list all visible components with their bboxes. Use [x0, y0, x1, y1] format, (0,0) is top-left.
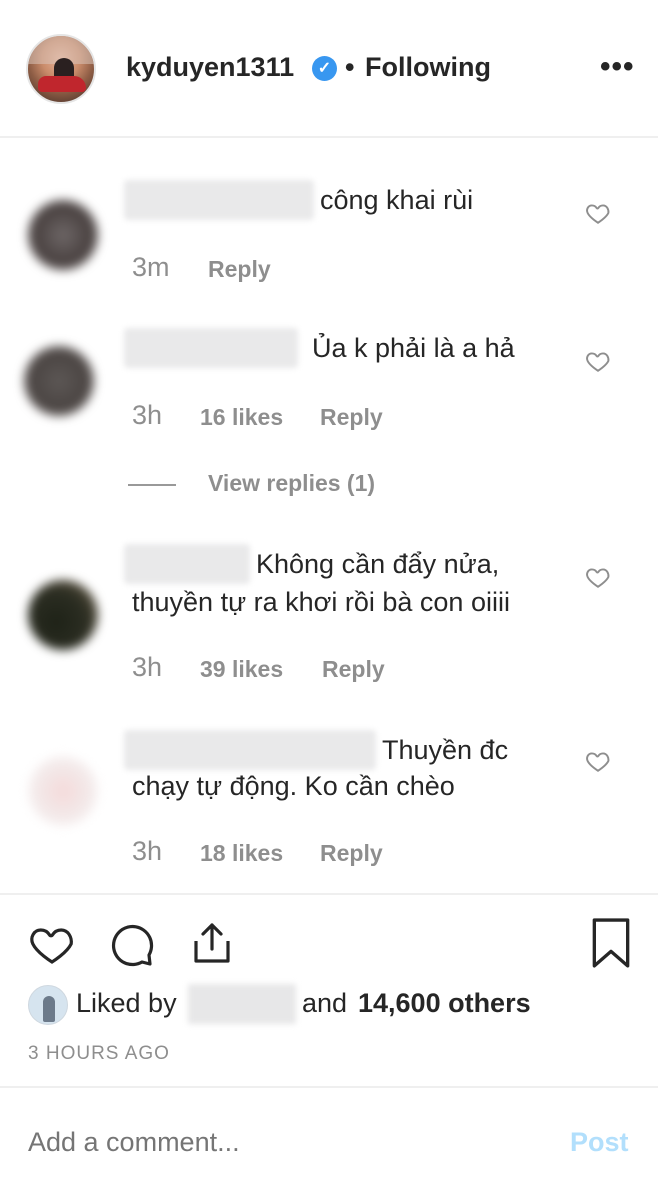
comment-username[interactable]	[124, 544, 250, 584]
reply-button[interactable]: Reply	[208, 256, 271, 283]
comment-text-continued: chạy tự động. Ko cần chèo	[132, 771, 455, 801]
heart-icon[interactable]	[585, 564, 611, 590]
comment-text: Không cần đẩy nửa,	[256, 549, 500, 579]
comment-username[interactable]	[124, 328, 298, 368]
section-divider	[0, 1086, 658, 1088]
comment-avatar[interactable]	[28, 756, 98, 826]
heart-icon[interactable]	[585, 200, 611, 226]
separator-dot: •	[345, 52, 355, 82]
comment-avatar[interactable]	[28, 580, 98, 650]
heart-icon[interactable]	[585, 748, 611, 774]
view-replies-line	[128, 484, 176, 486]
comment-time: 3h	[132, 652, 163, 682]
liker-avatar[interactable]	[28, 985, 68, 1025]
comment-time: 3m	[132, 252, 170, 282]
post-header: kyduyen1311 ✓ • Following •••	[0, 0, 658, 138]
comment-text: công khai rùi	[320, 185, 474, 215]
bookmark-icon[interactable]	[590, 918, 632, 968]
comment-avatar[interactable]	[24, 346, 94, 416]
comment-likes[interactable]: 18 likes	[200, 840, 283, 867]
share-icon[interactable]	[188, 918, 236, 968]
reply-button[interactable]: Reply	[322, 656, 385, 683]
post-button[interactable]: Post	[570, 1127, 629, 1158]
comment-text: Thuyền đc	[382, 735, 509, 765]
post-timestamp: 3 HOURS AGO	[28, 1043, 170, 1064]
comment-time: 3h	[132, 836, 163, 866]
heart-icon[interactable]	[585, 348, 611, 374]
more-options-icon[interactable]: •••	[600, 50, 635, 84]
comment-time: 3h	[132, 400, 163, 430]
comment-bubble-icon[interactable]	[108, 920, 156, 968]
liked-by-and: and	[302, 988, 348, 1018]
comment-username[interactable]	[124, 180, 314, 220]
following-button[interactable]: Following	[365, 52, 491, 83]
comment-text-continued: thuyền tự ra khơi rồi bà con oiiii	[132, 587, 510, 617]
profile-username[interactable]: kyduyen1311	[126, 52, 294, 83]
add-comment-input[interactable]	[28, 1127, 548, 1158]
reply-button[interactable]: Reply	[320, 404, 383, 431]
comment-likes[interactable]: 16 likes	[200, 404, 283, 431]
reply-button[interactable]: Reply	[320, 840, 383, 867]
like-heart-icon[interactable]	[26, 920, 78, 968]
comment-text: Ủa k phải là a hả	[312, 333, 515, 363]
comment-avatar[interactable]	[28, 200, 98, 270]
view-replies-button[interactable]: View replies (1)	[208, 470, 375, 497]
verified-badge-icon: ✓	[312, 56, 337, 81]
comment-username[interactable]	[124, 730, 376, 770]
liked-by-label: Liked by	[76, 988, 177, 1018]
profile-avatar[interactable]	[26, 34, 96, 104]
comment-likes[interactable]: 39 likes	[200, 656, 283, 683]
likes-count[interactable]: 14,600 others	[358, 988, 531, 1019]
liker-username[interactable]	[188, 984, 296, 1024]
section-divider	[0, 893, 658, 895]
